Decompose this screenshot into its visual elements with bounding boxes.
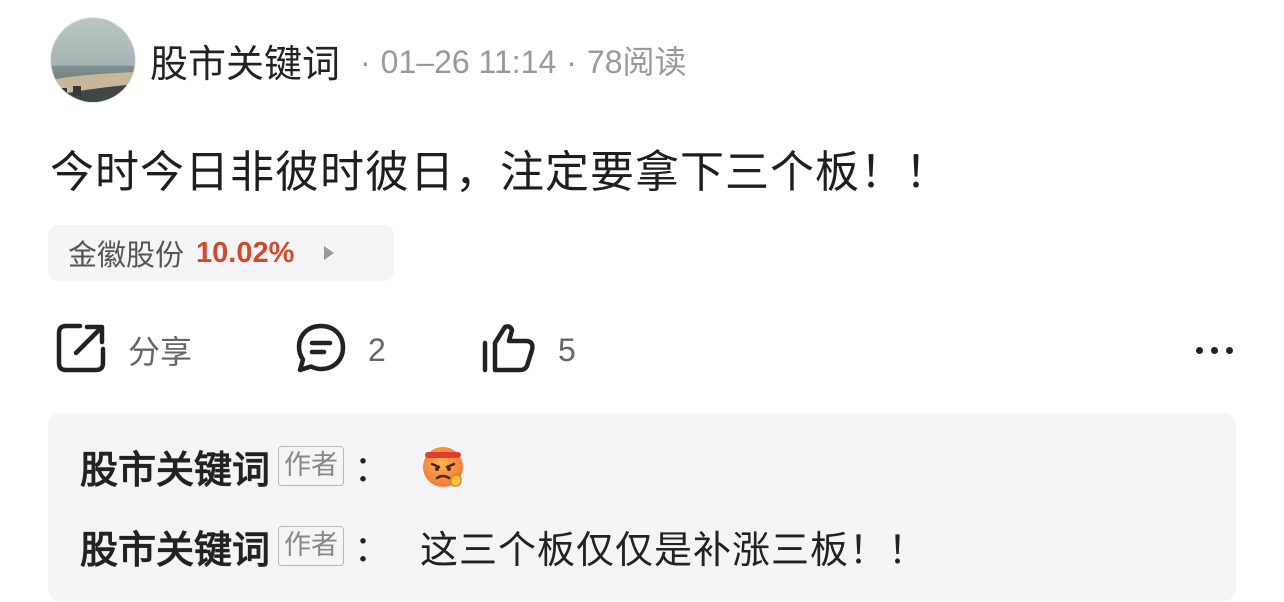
comments-box[interactable]: 股市关键词 作者 ： 股市关键词 作者 ： 这三个板仅仅是补涨三板！！ — [48, 413, 1236, 601]
meta-separator: · — [566, 44, 577, 80]
avatar[interactable] — [50, 17, 136, 103]
comment-colon: ： — [354, 529, 391, 570]
thumbs-up-icon — [480, 321, 538, 379]
view-count: 78阅读 — [586, 44, 687, 80]
comment-icon — [294, 321, 348, 379]
comment-text: 这三个板仅仅是补涨三板！！ — [420, 527, 928, 572]
angry-face-emoji-icon — [420, 442, 468, 490]
share-label: 分享 — [128, 334, 193, 370]
play-arrow-icon — [324, 246, 335, 260]
comment-count: 2 — [368, 331, 386, 368]
comment-author[interactable]: 股市关键词 — [80, 519, 270, 574]
comment-button[interactable]: 2 — [294, 318, 386, 382]
author-badge: 作者 — [278, 446, 345, 486]
stock-change: 10.02% — [196, 236, 295, 269]
stock-chip[interactable]: 金徽股份 10.02% — [48, 225, 394, 281]
post-meta: · 01–26 11:14 · 78阅读 — [350, 37, 687, 83]
post-text: 今时今日非彼时彼日，注定要拿下三个板！！ — [50, 147, 950, 198]
share-icon — [54, 321, 108, 379]
dot — [1195, 346, 1203, 354]
author-name[interactable]: 股市关键词 — [150, 33, 340, 88]
action-bar: 分享 2 5 — [50, 318, 1244, 382]
comment-item[interactable]: 股市关键词 作者 ： 这三个板仅仅是补涨三板！！ — [80, 517, 1236, 575]
dot — [1225, 346, 1233, 354]
dot — [1210, 346, 1218, 354]
like-button[interactable]: 5 — [480, 318, 576, 382]
more-dots-icon[interactable] — [1184, 332, 1244, 368]
comment-author[interactable]: 股市关键词 — [80, 439, 270, 494]
post-date: 01–26 11:14 — [380, 44, 557, 80]
comment-colon: ： — [354, 449, 391, 490]
meta-separator: · — [360, 44, 371, 80]
share-button[interactable]: 分享 — [54, 318, 192, 382]
post-header: 股市关键词 · 01–26 11:14 · 78阅读 — [50, 16, 687, 104]
like-count: 5 — [558, 331, 576, 368]
author-badge: 作者 — [278, 526, 345, 566]
stock-name: 金徽股份 — [68, 238, 185, 272]
comment-item[interactable]: 股市关键词 作者 ： — [80, 437, 1236, 495]
